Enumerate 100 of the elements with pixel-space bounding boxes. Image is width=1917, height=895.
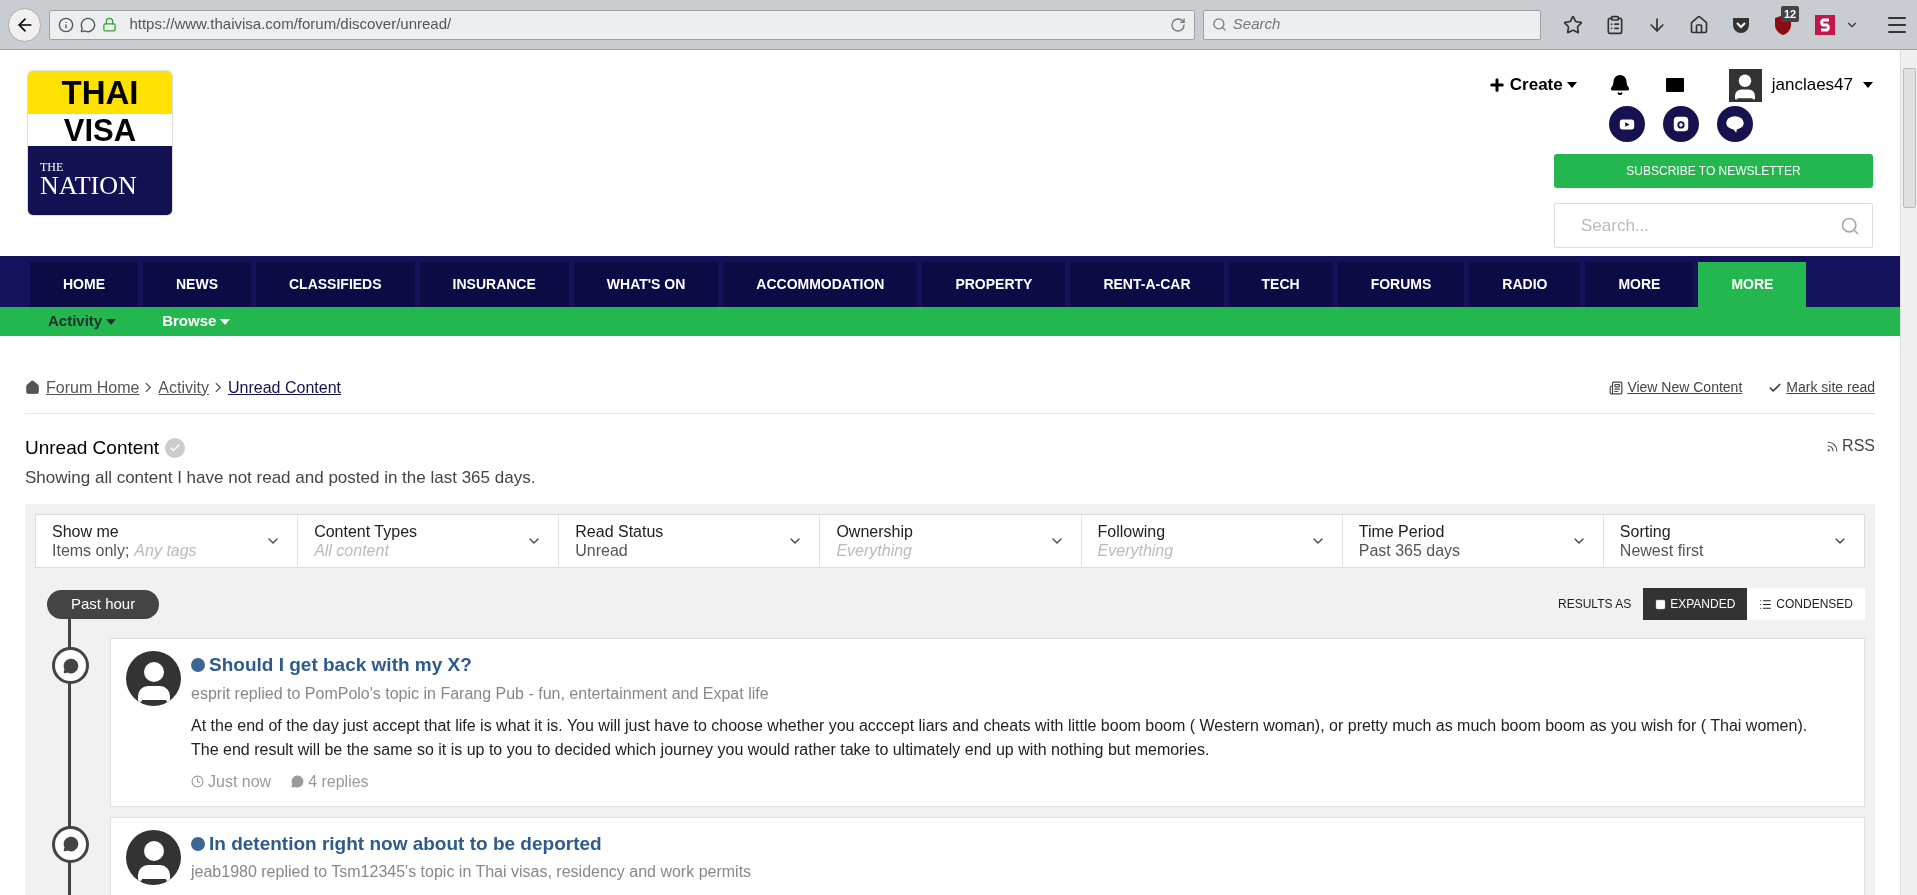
square-icon bbox=[1655, 598, 1667, 610]
nav-tab[interactable]: PROPERTY bbox=[922, 262, 1066, 307]
newspaper-icon bbox=[1609, 380, 1624, 395]
nav-tab[interactable]: ACCOMMODATION bbox=[723, 262, 918, 307]
filter-value: Unread bbox=[575, 541, 628, 560]
nav-tab[interactable]: HOME bbox=[30, 262, 138, 307]
nav-tab[interactable]: WHAT'S ON bbox=[573, 262, 719, 307]
filter-value: Past 365 days bbox=[1358, 541, 1461, 560]
lock-icon bbox=[102, 17, 118, 32]
topic-meta: esprit replied to PomPolo's topic in Farang Pub - fun, entertainment and Expat life bbox=[191, 683, 770, 704]
chat-icon bbox=[80, 16, 97, 33]
post-excerpt: At the end of the day just accept that life is what it is. You will just have to choose whether you acccept liars and cheats with little boom boom ( Western woman), or pretty much as much boom boom as you wish for ( Thai women). The end result will be the same so it is up to you to decided which journey you would rather take to ultimately end up with nothing but memories. bbox=[191, 715, 1809, 760]
filter-dropdown[interactable]: Read Status Unread bbox=[558, 515, 820, 567]
caret-icon bbox=[1566, 82, 1577, 88]
filter-dropdown[interactable]: Following Everything bbox=[1080, 515, 1342, 567]
chevron-icon bbox=[215, 382, 223, 393]
home-icon bbox=[25, 380, 40, 395]
home-icon[interactable] bbox=[1689, 14, 1709, 35]
caret-icon bbox=[106, 318, 117, 325]
nav-tab[interactable]: NEWS bbox=[143, 262, 251, 307]
plus-icon bbox=[1487, 76, 1506, 94]
time-group-pill: Past hour bbox=[47, 589, 160, 619]
view-new-link[interactable]: View New Content bbox=[1609, 377, 1743, 398]
nav-tab[interactable]: CLASSIFIEDS bbox=[256, 262, 415, 307]
filter-label: Time Period bbox=[1358, 522, 1446, 541]
page-title: Unread Content bbox=[25, 436, 160, 460]
nav-tab[interactable]: RENT-A-CAR bbox=[1070, 262, 1224, 307]
logo-text: NATION bbox=[40, 173, 138, 200]
view-toggle[interactable]: EXPANDED bbox=[1643, 588, 1748, 620]
filter-label: Ownership bbox=[836, 522, 913, 541]
breadcrumb-link[interactable]: Forum Home bbox=[46, 375, 140, 400]
comment-icon bbox=[291, 775, 305, 788]
logo-text: VISA bbox=[63, 114, 137, 146]
filter-dropdown[interactable]: Content Types All content bbox=[297, 515, 559, 567]
rss-icon bbox=[1826, 439, 1840, 453]
search-placeholder: Search... bbox=[1581, 214, 1650, 237]
mark-read-link[interactable]: Mark site read bbox=[1768, 377, 1875, 398]
reply-count: 4 replies bbox=[291, 769, 369, 794]
avatar bbox=[126, 651, 181, 706]
nav-tab[interactable]: RADIO bbox=[1469, 262, 1581, 307]
filter-label: Sorting bbox=[1619, 522, 1672, 541]
topic-title[interactable]: In detention right now about to be deported bbox=[209, 829, 602, 858]
address-bar[interactable]: https://www.thaivisa.com/forum/discover/unread/ bbox=[49, 9, 1195, 40]
user-menu[interactable]: janclaes47 bbox=[1728, 68, 1873, 102]
nav-tab[interactable]: TECH bbox=[1228, 262, 1333, 307]
filter-dropdown[interactable]: Ownership Everything bbox=[819, 515, 1081, 567]
create-button[interactable]: Create bbox=[1487, 72, 1577, 98]
search-icon bbox=[1211, 17, 1227, 32]
page-subtitle: Showing all content I have not read and posted in the last 365 days. bbox=[25, 466, 536, 489]
filter-label: Content Types bbox=[314, 522, 418, 541]
post-time: Just now bbox=[191, 769, 272, 794]
star-icon[interactable] bbox=[1563, 14, 1583, 35]
addon-icon[interactable] bbox=[1815, 14, 1835, 35]
results-label: RESULTS AS bbox=[1558, 596, 1632, 613]
avatar bbox=[126, 829, 181, 885]
filter-label: Following bbox=[1097, 522, 1167, 541]
chevron-icon bbox=[145, 382, 153, 393]
site-logo[interactable]: THAI VISA THE NATION bbox=[27, 70, 173, 216]
breadcrumb-link[interactable]: Activity bbox=[158, 375, 210, 400]
camera-icon[interactable] bbox=[1663, 106, 1699, 142]
bell-icon[interactable] bbox=[1608, 74, 1631, 96]
url-text: https://www.thaivisa.com/forum/discover/unread/ bbox=[129, 14, 453, 35]
clock-icon bbox=[191, 775, 204, 788]
chat-bubble-icon[interactable] bbox=[1717, 106, 1753, 142]
check-badge-icon bbox=[165, 438, 186, 459]
search-placeholder: Search bbox=[1232, 14, 1281, 35]
list-icon[interactable] bbox=[1605, 14, 1625, 35]
logo-text: THAI bbox=[61, 76, 139, 110]
filter-value: Newest first bbox=[1619, 541, 1704, 560]
nav-tab[interactable]: MORE bbox=[1585, 262, 1694, 307]
scrollbar[interactable] bbox=[1900, 50, 1917, 895]
nav-tab[interactable]: FORUMS bbox=[1337, 262, 1465, 307]
back-button[interactable] bbox=[8, 7, 42, 42]
caret-icon bbox=[1863, 82, 1873, 88]
filter-dropdown[interactable]: Time Period Past 365 days bbox=[1341, 515, 1603, 567]
topic-meta: jeab1980 replied to Tsm12345's topic in Thai visas, residency and work permits bbox=[191, 862, 753, 882]
notification-badge: 12 bbox=[1781, 5, 1800, 22]
list-icon bbox=[1759, 597, 1773, 611]
reload-icon[interactable] bbox=[1169, 16, 1186, 33]
filter-label: Show me bbox=[52, 522, 120, 541]
filter-dropdown[interactable]: Sorting Newest first bbox=[1602, 515, 1864, 567]
filter-label: Read Status bbox=[575, 522, 664, 541]
filter-value: Items only; bbox=[52, 541, 130, 560]
view-toggle[interactable]: CONDENSED bbox=[1747, 588, 1865, 620]
nav-tab[interactable]: INSURANCE bbox=[419, 262, 569, 307]
info-icon bbox=[58, 16, 75, 33]
avatar bbox=[1728, 68, 1762, 102]
breadcrumb-link[interactable]: Unread Content bbox=[228, 375, 341, 400]
caret-icon bbox=[220, 318, 231, 325]
filter-hint: Everything bbox=[1097, 541, 1174, 560]
filter-hint: All content bbox=[314, 541, 389, 560]
topic-title[interactable]: Should I get back with my X? bbox=[209, 651, 472, 680]
logo-text: THE bbox=[40, 161, 65, 174]
subnav-item[interactable]: Activity bbox=[48, 310, 117, 333]
rss-link[interactable]: RSS bbox=[1826, 434, 1875, 458]
filter-hint: Everything bbox=[836, 541, 912, 560]
search-field[interactable]: Search bbox=[1202, 9, 1541, 40]
filter-hint: Any tags bbox=[134, 541, 197, 560]
filter-dropdown[interactable]: Show me Items only; Any tags bbox=[36, 515, 298, 567]
youtube-icon[interactable] bbox=[1609, 106, 1645, 142]
